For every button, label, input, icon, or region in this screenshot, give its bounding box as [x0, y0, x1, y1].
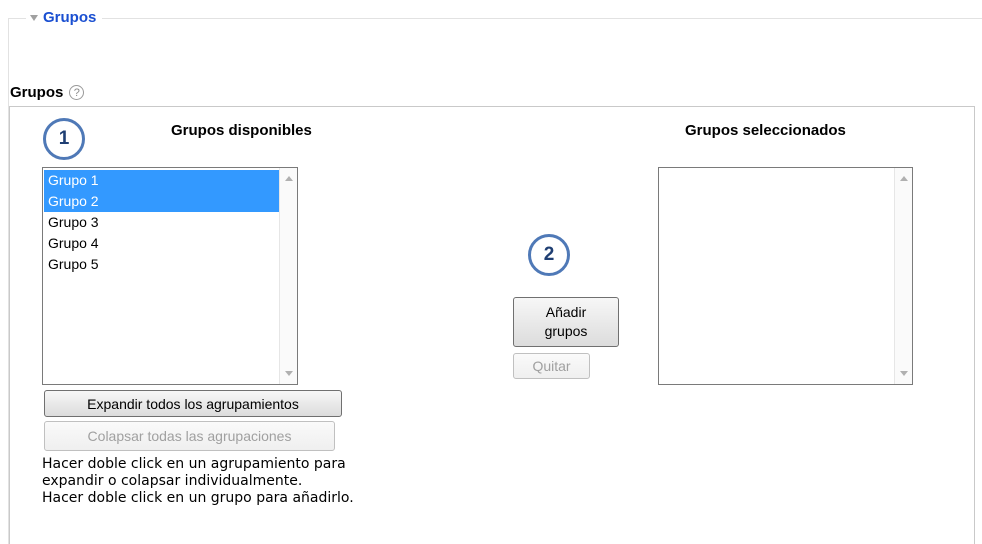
fieldset-legend-label[interactable]: Grupos	[43, 9, 96, 26]
available-groups-title: Grupos disponibles	[171, 122, 312, 139]
collapse-all-groupings-button[interactable]: Colapsar todas las agrupaciones	[44, 421, 335, 451]
fieldset-border-top	[8, 18, 982, 19]
step-marker-1: 1	[43, 118, 85, 160]
field-label: Grupos ?	[10, 84, 85, 101]
available-groups-list[interactable]: Grupo 1 Grupo 2 Grupo 3 Grupo 4 Grupo 5	[42, 167, 298, 385]
selected-groups-list[interactable]	[658, 167, 913, 385]
add-groups-button[interactable]: Añadir grupos	[513, 297, 619, 347]
hint-line: Hacer doble click en un grupo para añadi…	[42, 490, 354, 506]
list-item[interactable]: Grupo 3	[44, 212, 279, 233]
fieldset-legend[interactable]: Grupos	[26, 9, 103, 26]
field-label-text: Grupos	[10, 84, 64, 101]
list-item[interactable]: Grupo 4	[44, 233, 279, 254]
selected-list-scrollbar[interactable]	[894, 168, 912, 384]
list-item[interactable]: Grupo 5	[44, 254, 279, 275]
available-list-scrollbar[interactable]	[279, 168, 297, 384]
collapse-triangle-icon[interactable]	[30, 14, 38, 21]
add-groups-label-line2: grupos	[544, 323, 588, 339]
hint-line: expandir o colapsar individualmente.	[42, 473, 303, 489]
selected-groups-title: Grupos seleccionados	[685, 122, 846, 139]
scroll-up-icon[interactable]	[285, 176, 293, 181]
available-groups-items: Grupo 1 Grupo 2 Grupo 3 Grupo 4 Grupo 5	[44, 170, 279, 275]
usage-hint: Hacer doble click en un agrupamiento par…	[42, 456, 354, 507]
scroll-down-icon[interactable]	[900, 371, 908, 376]
scroll-up-icon[interactable]	[900, 176, 908, 181]
expand-all-groupings-button[interactable]: Expandir todos los agrupamientos	[44, 390, 342, 417]
list-item[interactable]: Grupo 1	[44, 170, 279, 191]
add-groups-label-line1: Añadir	[545, 304, 587, 320]
remove-button[interactable]: Quitar	[513, 353, 590, 379]
list-item[interactable]: Grupo 2	[44, 191, 279, 212]
hint-line: Hacer doble click en un agrupamiento par…	[42, 456, 346, 472]
scroll-down-icon[interactable]	[285, 371, 293, 376]
step-marker-2: 2	[528, 234, 570, 276]
help-icon[interactable]: ?	[69, 85, 85, 100]
